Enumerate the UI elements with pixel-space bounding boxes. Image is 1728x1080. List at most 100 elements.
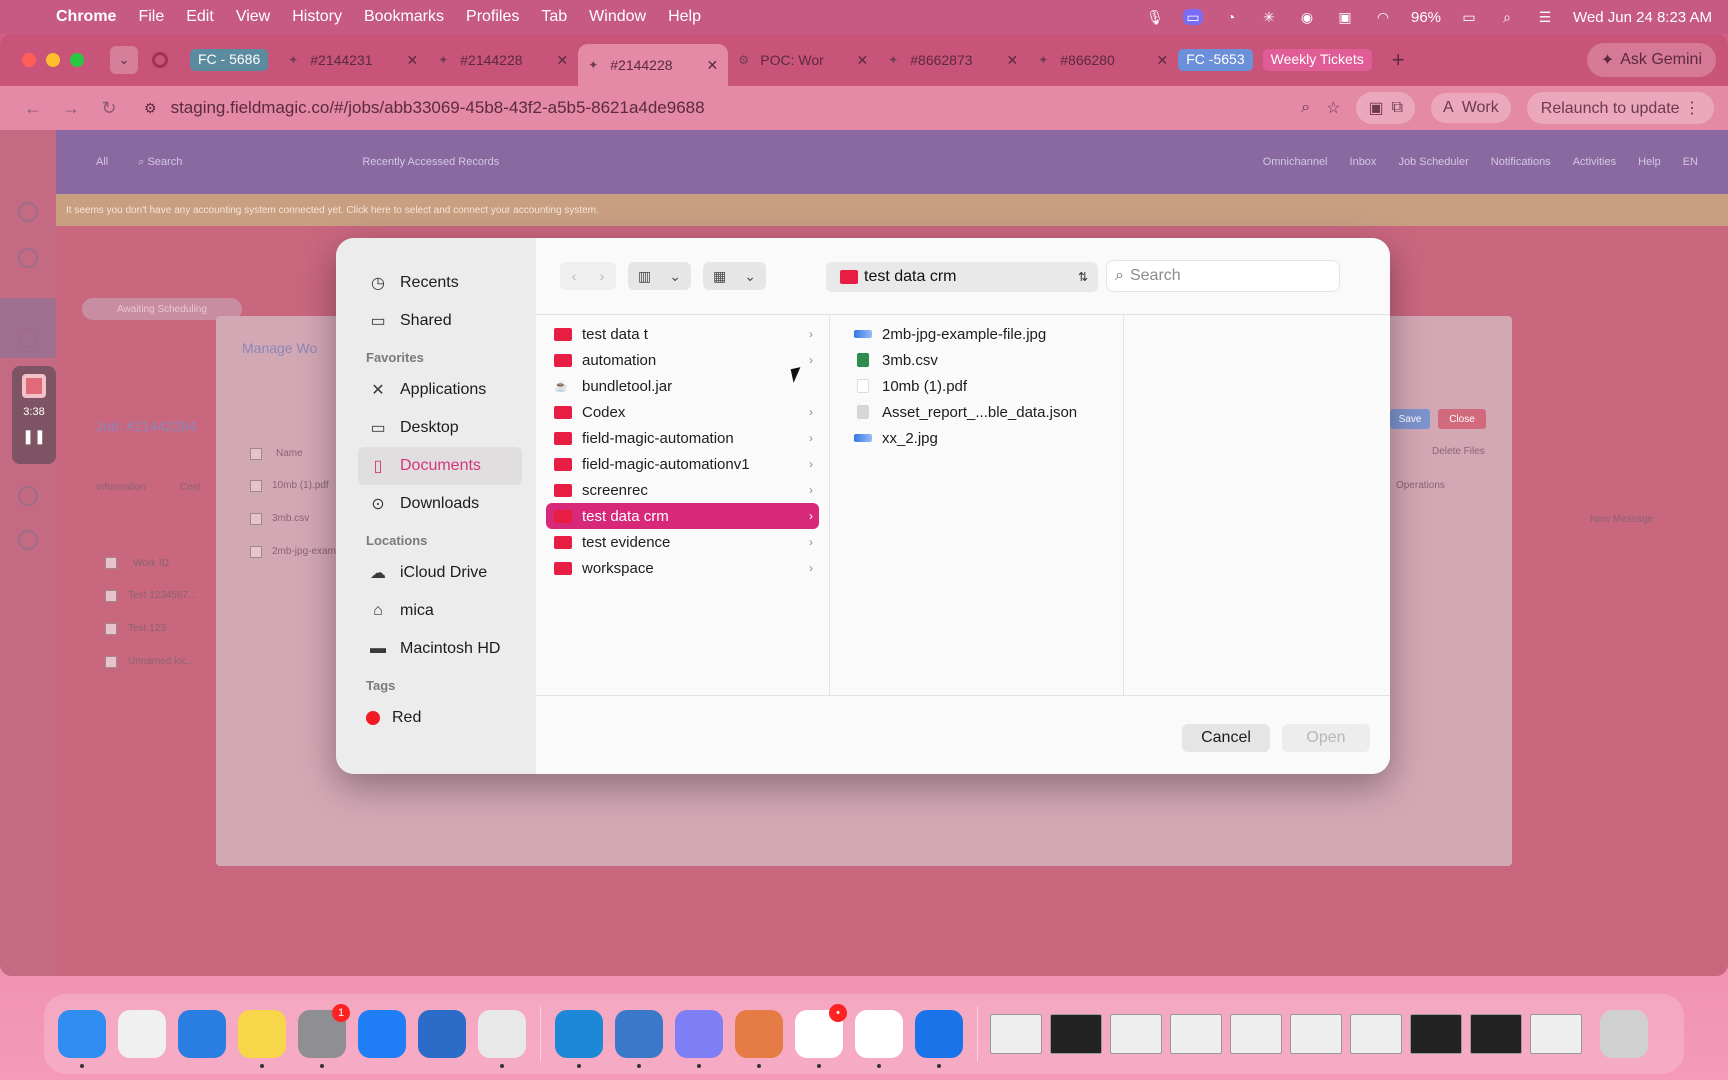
file-row[interactable]: 3mb.csv (272, 513, 309, 524)
pause-icon[interactable]: ❚❚ (12, 428, 56, 445)
tab-search-chevron-icon[interactable]: ⌄ (110, 46, 138, 74)
work-row-checkbox[interactable] (105, 656, 117, 668)
minimized-window-thumbnail[interactable] (1050, 1014, 1102, 1054)
menu-app-name[interactable]: Chrome (56, 8, 116, 26)
url-text[interactable]: staging.fieldmagic.co/#/jobs/abb33069-45… (171, 98, 705, 118)
tab-8662873[interactable]: ✦ #8662873 ✕ (878, 42, 1028, 78)
microphone-icon[interactable]: 🎙 (1145, 9, 1165, 25)
minimized-window-thumbnail[interactable] (1170, 1014, 1222, 1054)
sidebar-item-home[interactable]: ⌂ mica (358, 592, 522, 630)
sidebar-item-recents[interactable]: ◷ Recents (358, 264, 522, 302)
work-row[interactable]: Test 123 (128, 623, 166, 634)
new-tab-button[interactable]: + (1392, 47, 1405, 73)
dialog-search-field[interactable]: ⌕ Search (1106, 260, 1340, 292)
close-tab-icon[interactable]: ✕ (1157, 52, 1169, 69)
address-bar[interactable]: ⚙ staging.fieldmagic.co/#/jobs/abb33069-… (144, 98, 705, 118)
minimized-window-thumbnail[interactable] (1110, 1014, 1162, 1054)
folder-row[interactable]: test data t › (546, 321, 819, 347)
close-tab-icon[interactable]: ✕ (707, 57, 719, 74)
file-row-checkbox[interactable] (250, 546, 262, 558)
close-window-button[interactable] (22, 53, 36, 67)
file-row[interactable]: 10mb (1).pdf (846, 373, 1123, 399)
file-row-checkbox[interactable] (250, 480, 262, 492)
trash-dock-icon[interactable] (1600, 1010, 1648, 1058)
tab-866280[interactable]: ✦ #866280 ✕ (1028, 42, 1178, 78)
select-all-files-checkbox[interactable] (250, 448, 262, 460)
folder-row[interactable]: test evidence › (546, 529, 819, 555)
tab-group-fc5686[interactable]: FC - 5686 (190, 49, 269, 71)
android-studio-dock-icon[interactable] (615, 1010, 663, 1068)
spotlight-icon[interactable]: ⌕ (1497, 9, 1517, 25)
battery-icon[interactable]: ▭ (1459, 9, 1479, 25)
folder-row[interactable]: automation › (546, 347, 819, 373)
menu-history[interactable]: History (292, 8, 342, 26)
group-view-button[interactable]: ▦ ⌄ (702, 262, 766, 290)
minimized-window-thumbnail[interactable] (990, 1014, 1042, 1054)
relaunch-button[interactable]: Relaunch to update ⋮ (1526, 92, 1714, 124)
menu-profiles[interactable]: Profiles (466, 8, 519, 26)
rail-route-icon[interactable] (18, 486, 38, 506)
rail-wrench-icon[interactable] (18, 328, 38, 348)
folder-row[interactable]: screenrec › (546, 477, 819, 503)
clock[interactable]: Wed Jun 24 8:23 AM (1573, 9, 1712, 26)
profile-button[interactable]: A Work (1431, 93, 1511, 123)
claude-icon[interactable]: ✳ (1259, 9, 1279, 25)
xcode-instruments-dock-icon[interactable] (855, 1010, 903, 1068)
cancel-button[interactable]: Cancel (1182, 724, 1270, 752)
file-row[interactable]: 3mb.csv (846, 347, 1123, 373)
display-icon[interactable]: ▣ (1335, 9, 1355, 25)
file-row[interactable]: 2mb-jpg-example-file.jpg (846, 321, 1123, 347)
vscode-dock-icon[interactable] (555, 1010, 603, 1068)
work-row-checkbox[interactable] (105, 590, 117, 602)
finder-dock-icon[interactable] (58, 1010, 106, 1068)
chrome-dock-icon[interactable] (478, 1010, 526, 1068)
notes-dock-icon[interactable] (238, 1010, 286, 1068)
minimized-window-thumbnail[interactable] (1410, 1014, 1462, 1054)
work-row[interactable]: Unnamed loc... (128, 656, 195, 667)
column-view-button[interactable]: ▥ ⌄ (628, 262, 691, 290)
file-row[interactable]: Asset_report_...ble_data.json (846, 399, 1123, 425)
accounting-warning-bar[interactable]: It seems you don't have any accounting s… (56, 194, 1728, 226)
screen-share-icon[interactable]: ▭ (1182, 9, 1203, 25)
menu-window[interactable]: Window (589, 8, 646, 26)
menu-bookmarks[interactable]: Bookmarks (364, 8, 444, 26)
recording-icon[interactable] (152, 52, 168, 68)
minimized-window-thumbnail[interactable] (1470, 1014, 1522, 1054)
folder-row[interactable]: Codex › (546, 399, 819, 425)
close-tab-icon[interactable]: ✕ (407, 52, 419, 69)
editor-dock-icon[interactable] (915, 1010, 963, 1068)
folder-row[interactable]: field-magic-automation › (546, 425, 819, 451)
sidebar-item-desktop[interactable]: ▭ Desktop (358, 409, 522, 447)
safari-dock-icon[interactable] (178, 1010, 226, 1058)
recording-widget[interactable]: 3:38 ❚❚ (12, 366, 56, 464)
work-select-all-checkbox[interactable] (105, 557, 117, 569)
site-info-icon[interactable]: ⚙ (144, 100, 157, 117)
puzzle-icon[interactable]: ⧉ (1392, 99, 1403, 117)
sidebar-item-downloads[interactable]: ⊙ Downloads (358, 485, 522, 523)
zoom-icon[interactable]: ⌕ (1301, 99, 1310, 117)
close-button[interactable]: Close (1438, 409, 1486, 429)
messenger-icon[interactable]: ◉ (1297, 9, 1317, 25)
rail-doc-icon[interactable] (18, 530, 38, 550)
file-row[interactable]: ☕ bundletool.jar (546, 373, 819, 399)
tab-2144228-active[interactable]: ✦ #2144228 ✕ (578, 44, 729, 86)
tab-group-weekly-tickets[interactable]: Weekly Tickets (1262, 49, 1372, 71)
minimized-window-thumbnail[interactable] (1290, 1014, 1342, 1054)
menu-view[interactable]: View (236, 8, 270, 26)
folder-row[interactable]: test data crm › (546, 503, 819, 529)
close-tab-icon[interactable]: ✕ (1007, 52, 1019, 69)
menu-help[interactable]: Help (668, 8, 701, 26)
folder-row[interactable]: field-magic-automationv1 › (546, 451, 819, 477)
header-notifications[interactable]: Notifications (1491, 156, 1551, 168)
minimized-window-thumbnail[interactable] (1530, 1014, 1582, 1054)
slack-dock-icon[interactable]: • (795, 1004, 847, 1068)
back-chevron-icon[interactable]: ‹ (572, 268, 577, 284)
reload-button[interactable]: ↻ (94, 98, 124, 119)
global-search[interactable]: ⌕ Search (138, 156, 182, 169)
wifi-icon[interactable]: ◠ (1373, 9, 1393, 25)
folder-row[interactable]: workspace › (546, 555, 819, 581)
header-job-scheduler[interactable]: Job Scheduler (1398, 156, 1468, 168)
control-center-icon[interactable]: ☰ (1535, 9, 1555, 25)
forward-button[interactable]: → (56, 98, 86, 119)
tab-2144231[interactable]: ✦ #2144231 ✕ (278, 42, 428, 78)
